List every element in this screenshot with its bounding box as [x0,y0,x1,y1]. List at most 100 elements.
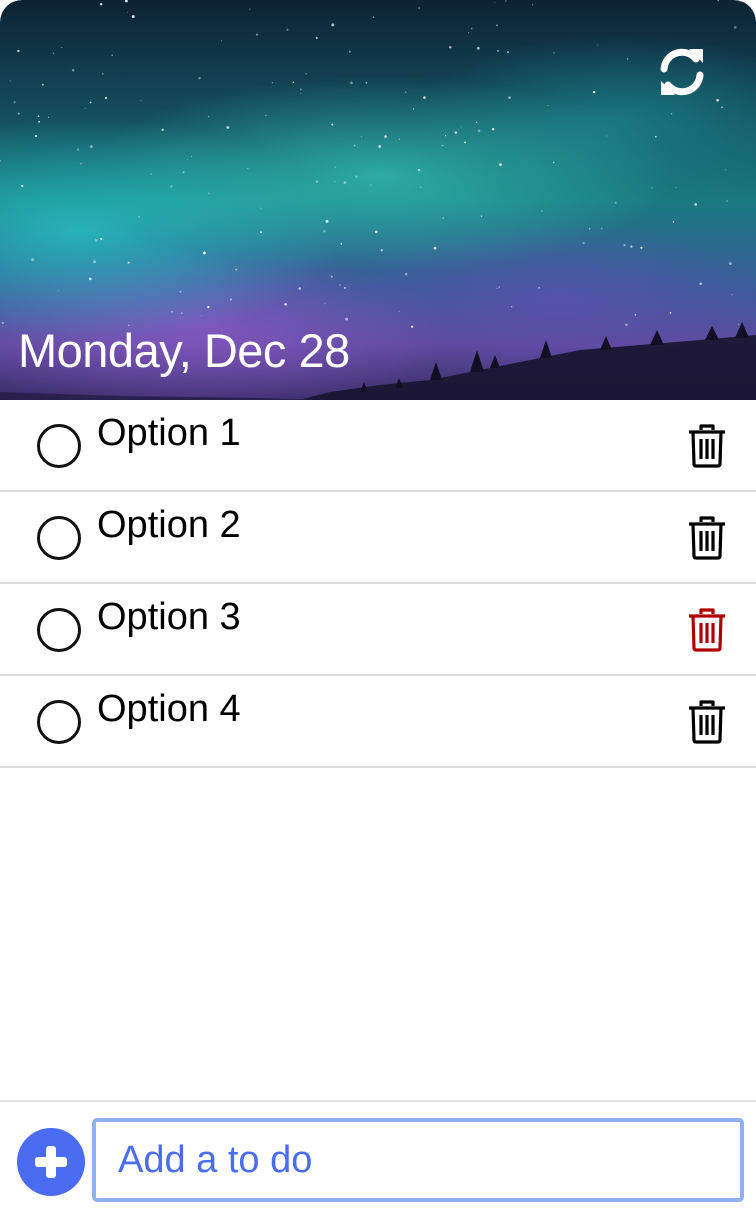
star [331,123,334,126]
star [286,28,289,31]
star [179,290,182,293]
star [496,287,498,290]
star [442,217,445,220]
todo-checkbox[interactable] [37,516,81,560]
star [100,237,103,240]
star [398,138,400,140]
delete-button[interactable] [684,422,730,470]
star [405,91,407,93]
star [404,272,408,276]
star [475,121,478,124]
star [89,145,93,149]
star [582,241,585,245]
star [739,1,741,3]
star [93,260,96,264]
star [592,90,596,94]
delete-button[interactable] [684,606,730,654]
star [464,141,467,144]
star [731,294,733,296]
delete-button[interactable] [684,698,730,746]
star [511,306,513,308]
star [201,315,203,317]
star [494,2,496,3]
star [442,145,444,147]
star [340,243,343,245]
star [334,180,336,182]
trash-icon [689,700,725,744]
star [721,106,723,109]
star [76,148,80,151]
todo-checkbox[interactable] [37,700,81,744]
star [532,4,534,6]
star [454,131,458,134]
star [37,115,40,117]
star [265,115,267,116]
star [726,200,728,202]
star [299,88,302,91]
star [298,287,301,290]
star [449,46,452,49]
star [417,168,421,172]
todo-label: Option 2 [97,504,241,546]
star [140,99,142,101]
star [413,108,415,110]
star [717,0,719,2]
star [89,277,92,281]
star [343,181,347,184]
star [322,230,326,233]
star [411,325,414,328]
star [249,8,251,10]
star [198,76,201,80]
star [626,58,629,60]
add-todo-button[interactable] [17,1128,85,1196]
trash-icon [689,516,725,560]
todo-checkbox[interactable] [37,608,81,652]
star [378,145,382,148]
star [553,52,555,54]
star [21,184,24,188]
star [170,185,173,188]
star [553,161,555,164]
star [699,282,702,286]
todo-checkbox[interactable] [37,424,81,468]
star [41,83,44,86]
star [101,73,104,75]
star [374,230,378,234]
star [71,68,75,72]
star [348,50,351,53]
star [181,312,183,314]
star [470,27,473,30]
star [260,207,262,209]
star [38,120,41,123]
star [305,72,307,75]
star [84,107,86,109]
star [547,105,549,107]
star [47,116,50,119]
star [229,298,232,301]
star [9,80,11,82]
star [345,317,348,321]
star [541,210,543,212]
star [99,2,103,6]
todo-item: Option 1 [0,400,756,492]
star [433,246,437,250]
star [365,81,368,84]
star [694,203,697,206]
plus-circle-icon [35,1146,67,1178]
refresh-button[interactable] [650,40,714,104]
star [499,163,502,167]
star [315,180,319,183]
star [496,24,498,27]
delete-button[interactable] [684,514,730,562]
star [207,115,210,118]
refresh-icon [660,48,704,96]
star [207,305,210,309]
star [733,26,737,29]
star [315,36,318,39]
star [259,231,263,234]
star [80,162,82,165]
add-todo-input[interactable] [92,1118,744,1202]
star [247,167,249,169]
todo-label: Option 4 [97,688,241,730]
star [728,262,732,266]
